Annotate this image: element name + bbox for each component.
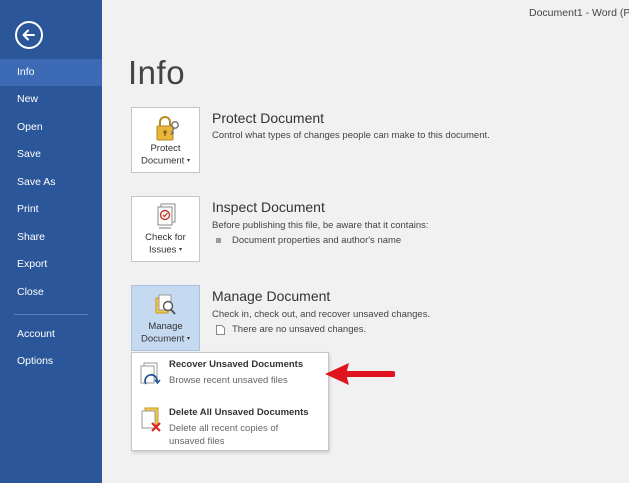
protect-document-heading: Protect Document [212,110,325,126]
bullet-square-icon [216,238,221,243]
sidebar-item-export[interactable]: Export [0,251,102,278]
sidebar-item-save[interactable]: Save [0,141,102,168]
sidebar-item-options[interactable]: Options [0,348,102,375]
sidebar-item-save-as[interactable]: Save As [0,169,102,196]
delete-all-unsaved-desc-2: unsaved files [169,436,225,447]
recover-documents-icon [140,362,164,388]
sidebar-item-print[interactable]: Print [0,196,102,223]
protect-document-description: Control what types of changes people can… [212,130,490,141]
manage-document-heading: Manage Document [212,288,331,304]
sidebar-item-open[interactable]: Open [0,114,102,141]
recover-unsaved-title: Recover Unsaved Documents [169,359,304,370]
back-arrow-icon[interactable] [15,21,43,49]
manage-document-dropdown: Recover Unsaved Documents Browse recent … [131,352,329,451]
sidebar-item-info[interactable]: Info [0,59,102,86]
inspect-document-heading: Inspect Document [212,199,325,215]
inspect-document-description: Before publishing this file, be aware th… [212,220,429,231]
delete-all-unsaved-desc-1: Delete all recent copies of [169,423,279,434]
sidebar-item-account[interactable]: Account [0,321,102,348]
protect-document-button[interactable]: Protect Document ▾ [131,107,200,173]
manage-documents-search-icon [150,292,182,320]
delete-documents-icon [140,407,164,433]
backstage-sidebar: Info New Open Save Save As Print Share E… [0,0,102,483]
sidebar-item-new[interactable]: New [0,86,102,113]
document-small-icon [216,325,225,335]
lock-key-icon [150,114,182,142]
sidebar-divider [14,314,88,315]
protect-document-label: Protect Document ▾ [141,143,190,167]
recover-unsaved-documents-item[interactable]: Recover Unsaved Documents Browse recent … [132,353,328,399]
check-for-issues-label: Check for Issues ▾ [145,232,186,256]
manage-document-description: Check in, check out, and recover unsaved… [212,309,431,320]
window-title: Document1 - Word (Pro [529,7,629,19]
manage-document-label: Manage Document ▾ [141,321,190,345]
delete-all-unsaved-documents-item[interactable]: Delete All Unsaved Documents Delete all … [132,403,328,451]
sidebar-item-share[interactable]: Share [0,224,102,251]
document-check-icon [150,203,182,231]
manage-document-button[interactable]: Manage Document ▾ [131,285,200,351]
recover-unsaved-desc: Browse recent unsaved files [169,375,288,386]
sidebar-item-close[interactable]: Close [0,279,102,306]
page-title: Info [128,54,186,91]
red-arrow-annotation-icon [325,363,395,385]
check-for-issues-button[interactable]: Check for Issues ▾ [131,196,200,262]
delete-all-unsaved-title: Delete All Unsaved Documents [169,407,309,418]
